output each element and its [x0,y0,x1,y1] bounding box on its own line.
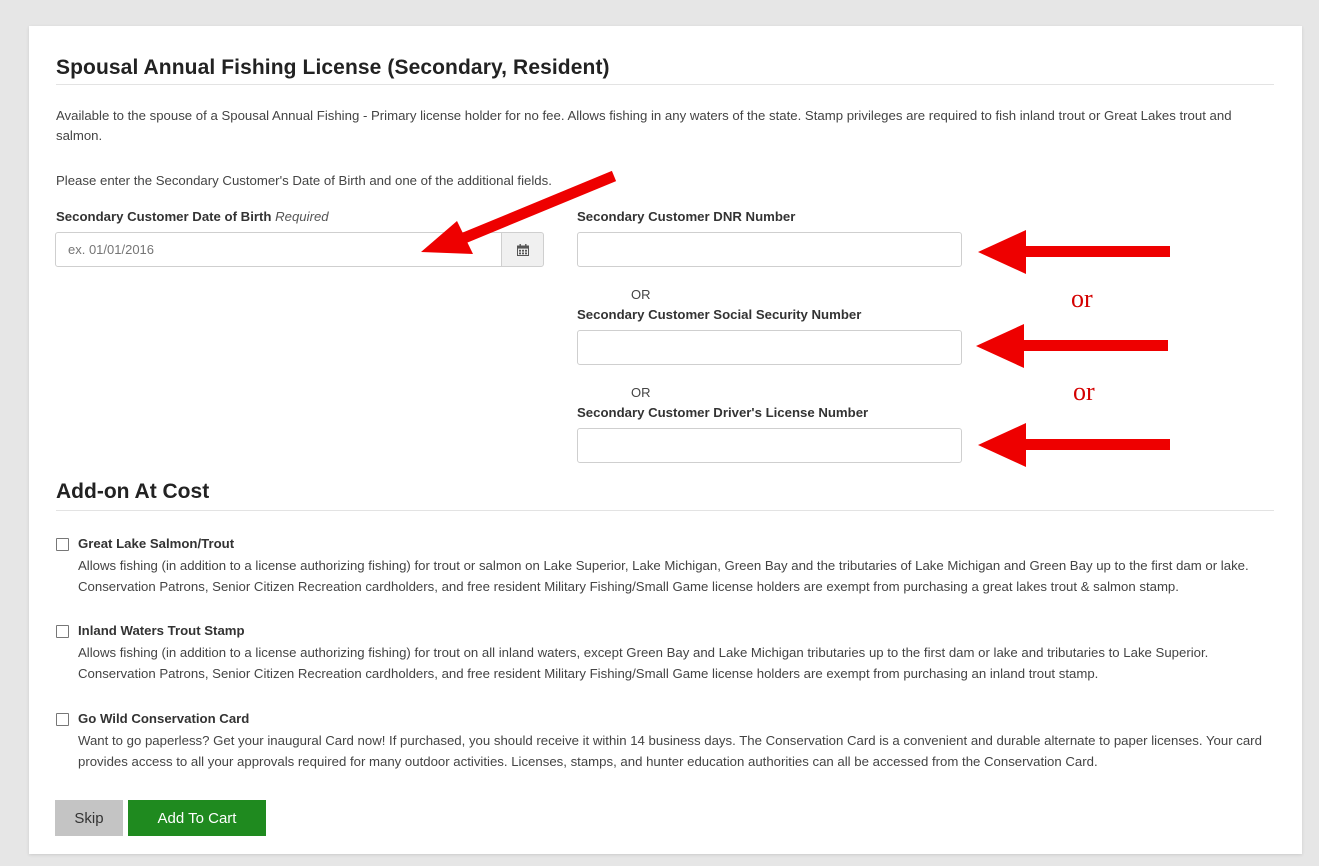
title-divider [56,84,1274,85]
add-to-cart-button[interactable]: Add To Cart [128,800,266,836]
dnr-number-input[interactable] [577,232,962,267]
annotation-or-2: or [1073,377,1095,406]
addon-name: Go Wild Conservation Card [78,711,250,726]
checkbox-great-lake-salmon-trout[interactable] [56,538,69,551]
annotation-or-1: or [1071,284,1093,313]
ssn-label: Secondary Customer Social Security Numbe… [577,307,862,322]
red-arrow-icon [409,166,619,256]
addon-name: Great Lake Salmon/Trout [78,536,235,551]
checkbox-inland-waters-trout-stamp[interactable] [56,625,69,638]
page-title: Spousal Annual Fishing License (Secondar… [56,56,610,79]
addons-title: Add-on At Cost [56,480,210,503]
dob-label: Secondary Customer Date of Birth Require… [56,209,329,224]
addon-description: Allows fishing (in addition to a license… [78,645,1209,681]
addon-inland-waters-trout-stamp: Inland Waters Trout Stamp Allows fishing… [56,623,1271,703]
license-card: Spousal Annual Fishing License (Secondar… [29,26,1302,854]
drivers-license-input[interactable] [577,428,962,463]
or-label-2: OR [631,385,651,400]
license-description: Available to the spouse of a Spousal Ann… [56,108,1232,143]
skip-button[interactable]: Skip [55,800,123,836]
ssn-input[interactable] [577,330,962,365]
addon-description: Allows fishing (in addition to a license… [78,558,1249,594]
dob-label-text: Secondary Customer Date of Birth [56,209,272,224]
addon-go-wild-conservation-card: Go Wild Conservation Card Want to go pap… [56,711,1271,791]
addon-name: Inland Waters Trout Stamp [78,623,245,638]
addon-description: Want to go paperless? Get your inaugural… [78,733,1262,769]
addon-great-lake-salmon-trout: Great Lake Salmon/Trout Allows fishing (… [56,536,1271,616]
or-label-1: OR [631,287,651,302]
red-arrow-icon [974,324,1174,368]
checkbox-go-wild-conservation-card[interactable] [56,713,69,726]
addons-divider [56,510,1274,511]
required-tag: Required [275,209,329,224]
dl-label: Secondary Customer Driver's License Numb… [577,405,869,420]
red-arrow-icon [976,230,1176,274]
red-arrow-icon [976,423,1176,467]
